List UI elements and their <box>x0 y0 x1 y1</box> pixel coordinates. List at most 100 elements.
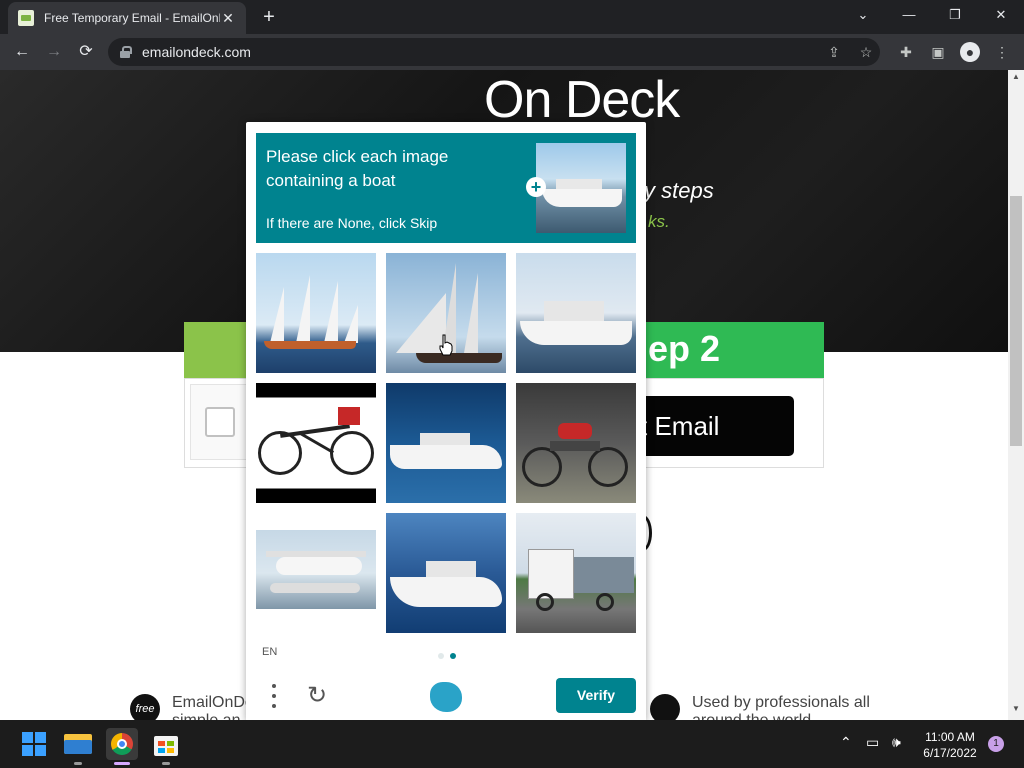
close-window-button[interactable]: ✕ <box>986 4 1016 26</box>
scrollbar-thumb[interactable] <box>1010 196 1022 446</box>
motorcycle-tank <box>558 423 592 439</box>
windows-taskbar: ⌃ ▭ 🕪 11:00 AM 6/17/2022 <box>0 720 1024 768</box>
windows-start-icon[interactable] <box>18 728 50 760</box>
captcha-challenge: Please click each image containing a boa… <box>246 122 646 722</box>
url-text: emailondeck.com <box>142 44 251 60</box>
sail-icon <box>324 281 338 343</box>
extensions-icon[interactable]: ✚ <box>896 42 916 62</box>
back-button[interactable]: ← <box>10 40 34 64</box>
challenge-tile-4[interactable] <box>256 383 376 503</box>
captcha-checkbox[interactable] <box>205 407 235 437</box>
clock-time: 11:00 AM <box>925 730 975 744</box>
truck-wheel <box>536 593 554 611</box>
clock-date: 6/17/2022 <box>923 746 977 760</box>
sail-icon <box>296 275 310 343</box>
address-bar[interactable]: emailondeck.com <box>108 38 880 66</box>
bicycle-basket <box>338 407 360 425</box>
scroll-down-arrow-icon[interactable]: ▼ <box>1008 704 1024 716</box>
microsoft-store-icon[interactable] <box>150 728 182 760</box>
free-badge-icon: free <box>130 694 160 720</box>
motorcycle-wheel <box>588 447 628 487</box>
feature-text-right: Used by professionals all <box>692 694 870 711</box>
plane-float <box>270 583 360 593</box>
profile-avatar-icon[interactable]: ● <box>960 42 980 62</box>
globe-icon <box>650 694 680 720</box>
hero-subtagline: ks. <box>648 212 670 231</box>
challenge-prompt: Please click each image containing a boa… <box>266 147 449 190</box>
side-panel-icon[interactable]: ▣ <box>928 42 948 62</box>
taskbar-indicator <box>162 762 170 765</box>
volume-icon[interactable]: 🕪 <box>892 734 901 751</box>
yacht-hull <box>520 321 632 345</box>
site-favicon-icon <box>18 10 34 26</box>
refresh-icon[interactable]: ↻ <box>304 683 330 709</box>
browser-menu-icon[interactable]: ⋮ <box>992 42 1012 62</box>
page-scrollbar[interactable]: ▲ ▼ <box>1008 70 1024 720</box>
truck-cab <box>528 549 574 599</box>
challenge-tile-3[interactable] <box>516 253 636 373</box>
motorcycle-wheel <box>522 447 562 487</box>
yacht-hull <box>390 577 502 607</box>
system-clock[interactable]: 11:00 AM 6/17/2022 <box>912 729 988 761</box>
share-icon[interactable]: ⇪ <box>824 42 844 62</box>
tab-title: Free Temporary Email - EmailOnD <box>44 11 220 25</box>
minimize-button[interactable]: — <box>894 4 924 26</box>
page-dot-1 <box>438 653 444 659</box>
expand-example-icon[interactable]: + <box>526 177 546 197</box>
menu-dots-icon[interactable] <box>264 682 284 710</box>
yacht-hull <box>390 445 502 469</box>
scroll-up-arrow-icon[interactable]: ▲ <box>1008 72 1024 84</box>
challenge-tile-1[interactable] <box>256 253 376 373</box>
hand-cursor-icon <box>439 334 453 356</box>
boat-hull <box>416 353 502 363</box>
step2-label: ep 2 <box>648 328 721 369</box>
truck-wheel <box>596 593 614 611</box>
challenge-tile-6[interactable] <box>516 383 636 503</box>
reload-button[interactable]: ⟳ <box>74 40 98 64</box>
page-dot-2 <box>450 653 456 659</box>
language-selector[interactable]: EN <box>262 646 277 658</box>
sail-icon <box>270 287 284 343</box>
sail-icon <box>464 273 478 353</box>
notification-badge[interactable]: 1 <box>988 736 1004 752</box>
feature-text-left: EmailOnDe <box>172 694 254 711</box>
chrome-icon[interactable] <box>106 728 138 760</box>
restore-button[interactable]: ❐ <box>940 4 970 26</box>
new-tab-button[interactable]: + <box>258 6 280 28</box>
challenge-header: Please click each image containing a boa… <box>256 133 636 243</box>
show-hidden-icons-icon[interactable]: ⌃ <box>840 734 852 751</box>
step1-header <box>184 322 254 378</box>
plane-fuselage <box>276 557 362 575</box>
file-explorer-icon[interactable] <box>62 728 94 760</box>
verify-button[interactable]: Verify <box>556 678 636 713</box>
forward-button[interactable]: → <box>42 40 66 64</box>
example-image[interactable] <box>536 143 626 233</box>
hero-tagline: y steps <box>644 178 714 203</box>
lock-icon[interactable] <box>120 46 132 58</box>
tab-strip: Free Temporary Email - EmailOnD ✕ + ⌄ — … <box>0 0 1024 34</box>
feature-text-right-2: around the world <box>692 712 811 720</box>
browser-tab[interactable]: Free Temporary Email - EmailOnD ✕ <box>8 2 246 34</box>
hcaptcha-logo-icon[interactable] <box>430 682 462 712</box>
bookmark-star-icon[interactable]: ☆ <box>856 42 876 62</box>
example-boat-hull <box>542 189 622 207</box>
browser-toolbar: ← → ⟳ emailondeck.com ⇪ ☆ ✚ ▣ ● ⋮ <box>0 34 1024 70</box>
challenge-tile-8[interactable] <box>386 513 506 633</box>
motorcycle-engine <box>550 441 600 451</box>
site-logo-text: On Deck <box>484 71 680 129</box>
challenge-tile-7[interactable] <box>256 513 376 633</box>
skip-hint: If there are None, click Skip <box>266 215 438 231</box>
taskbar-indicator-active <box>114 762 130 765</box>
tab-search-icon[interactable]: ⌄ <box>848 4 878 26</box>
network-icon[interactable]: ▭ <box>866 734 879 751</box>
taskbar-indicator <box>74 762 82 765</box>
tab-close-icon[interactable]: ✕ <box>220 10 236 27</box>
challenge-tile-5[interactable] <box>386 383 506 503</box>
yacht-cabin <box>544 301 604 323</box>
challenge-tile-9[interactable] <box>516 513 636 633</box>
boat-hull <box>264 341 356 349</box>
sail-icon <box>344 305 358 343</box>
feature-text-left-2: simple an <box>172 712 240 720</box>
bicycle-wheel <box>330 431 374 475</box>
truck-trailer <box>572 557 634 593</box>
